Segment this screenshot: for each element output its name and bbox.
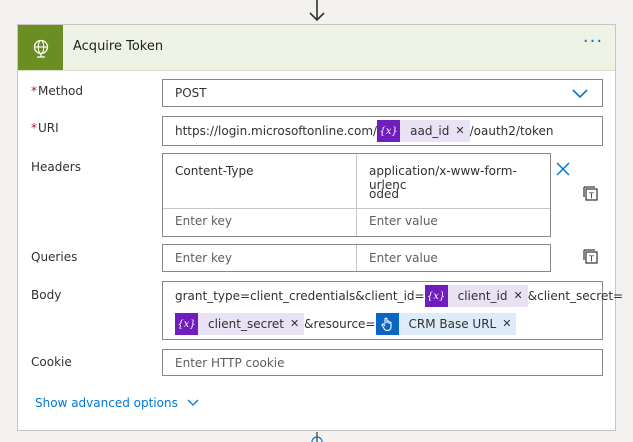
header-value-line2[interactable]: oded xyxy=(369,187,399,201)
flow-arrow-down-icon xyxy=(309,0,325,22)
remove-token-icon[interactable]: ✕ xyxy=(502,313,516,335)
body-text-3: &resource= xyxy=(304,317,376,331)
body-text-1: grant_type=client_credentials&client_id= xyxy=(175,289,425,303)
query-value-input[interactable]: Enter value xyxy=(369,251,438,265)
queries-label: Queries xyxy=(31,250,78,264)
http-globe-icon xyxy=(18,25,63,70)
token-label: client_secret xyxy=(208,317,284,331)
chevron-down-icon xyxy=(187,399,199,406)
cookie-label: Cookie xyxy=(31,355,72,369)
required-mark: * xyxy=(31,121,37,135)
uri-content: https://login.microsoftonline.com/ {x} a… xyxy=(175,120,554,142)
queries-table: Enter key Enter value xyxy=(162,244,551,272)
variable-icon: {x} xyxy=(424,285,448,307)
svg-text:T: T xyxy=(588,192,594,201)
uri-label: *URI xyxy=(31,121,59,135)
variable-icon: {x} xyxy=(175,313,198,335)
uri-input[interactable]: https://login.microsoftonline.com/ {x} a… xyxy=(162,116,603,146)
method-label: *Method xyxy=(31,84,83,98)
show-advanced-options-label: Show advanced options xyxy=(35,396,178,410)
client-id-token[interactable]: {x} client_id ✕ xyxy=(424,285,528,307)
body-label: Body xyxy=(31,288,62,302)
headers-label: Headers xyxy=(31,160,81,174)
uri-suffix-text: /oauth2/token xyxy=(469,124,554,138)
header-key-cell[interactable]: Content-Type xyxy=(175,164,254,178)
required-mark: * xyxy=(31,84,37,98)
variable-icon: {x} xyxy=(377,120,401,142)
remove-token-icon[interactable]: ✕ xyxy=(455,120,469,142)
body-line-1: grant_type=client_credentials&client_id=… xyxy=(175,285,623,307)
switch-to-text-mode-icon[interactable]: T xyxy=(583,249,599,265)
svg-text:T: T xyxy=(588,255,594,264)
method-dropdown[interactable]: POST xyxy=(162,79,603,107)
method-label-text: Method xyxy=(38,84,84,98)
manual-trigger-icon xyxy=(375,313,399,335)
headers-table: Content-Type application/x-www-form-urle… xyxy=(162,153,551,237)
more-options-button[interactable]: ··· xyxy=(579,33,607,57)
action-card: Acquire Token ··· *Method POST *URI http… xyxy=(17,24,623,431)
delete-header-icon[interactable] xyxy=(556,162,570,176)
crm-base-url-token[interactable]: CRM Base URL ✕ xyxy=(375,313,517,335)
flow-connector-icon xyxy=(311,432,323,442)
body-text-2: &client_secret= xyxy=(527,289,624,303)
token-label: CRM Base URL xyxy=(408,317,497,331)
header-key-input[interactable]: Enter key xyxy=(175,214,232,228)
body-input[interactable]: grant_type=client_credentials&client_id=… xyxy=(162,281,623,340)
cookie-placeholder: Enter HTTP cookie xyxy=(175,356,285,370)
remove-token-icon[interactable]: ✕ xyxy=(514,285,528,307)
card-header[interactable]: Acquire Token ··· xyxy=(18,25,615,71)
show-advanced-options-link[interactable]: Show advanced options xyxy=(35,396,199,410)
token-label: client_id xyxy=(457,289,508,303)
switch-to-text-mode-icon[interactable]: T xyxy=(583,186,599,202)
header-value-input[interactable]: Enter value xyxy=(369,214,438,228)
uri-label-text: URI xyxy=(38,121,59,135)
token-label: aad_id xyxy=(410,124,450,138)
body-line-2: {x} client_secret ✕ &resource= CRM Base … xyxy=(175,313,517,335)
aad-id-token[interactable]: {x} aad_id ✕ xyxy=(377,120,470,142)
remove-token-icon[interactable]: ✕ xyxy=(290,313,304,335)
card-title: Acquire Token xyxy=(73,39,164,54)
method-value: POST xyxy=(175,86,207,100)
client-secret-token[interactable]: {x} client_secret ✕ xyxy=(175,313,305,335)
cookie-input[interactable]: Enter HTTP cookie xyxy=(162,349,603,376)
uri-prefix-text: https://login.microsoftonline.com/ xyxy=(175,124,378,138)
query-key-input[interactable]: Enter key xyxy=(175,251,232,265)
chevron-down-icon xyxy=(572,89,588,99)
